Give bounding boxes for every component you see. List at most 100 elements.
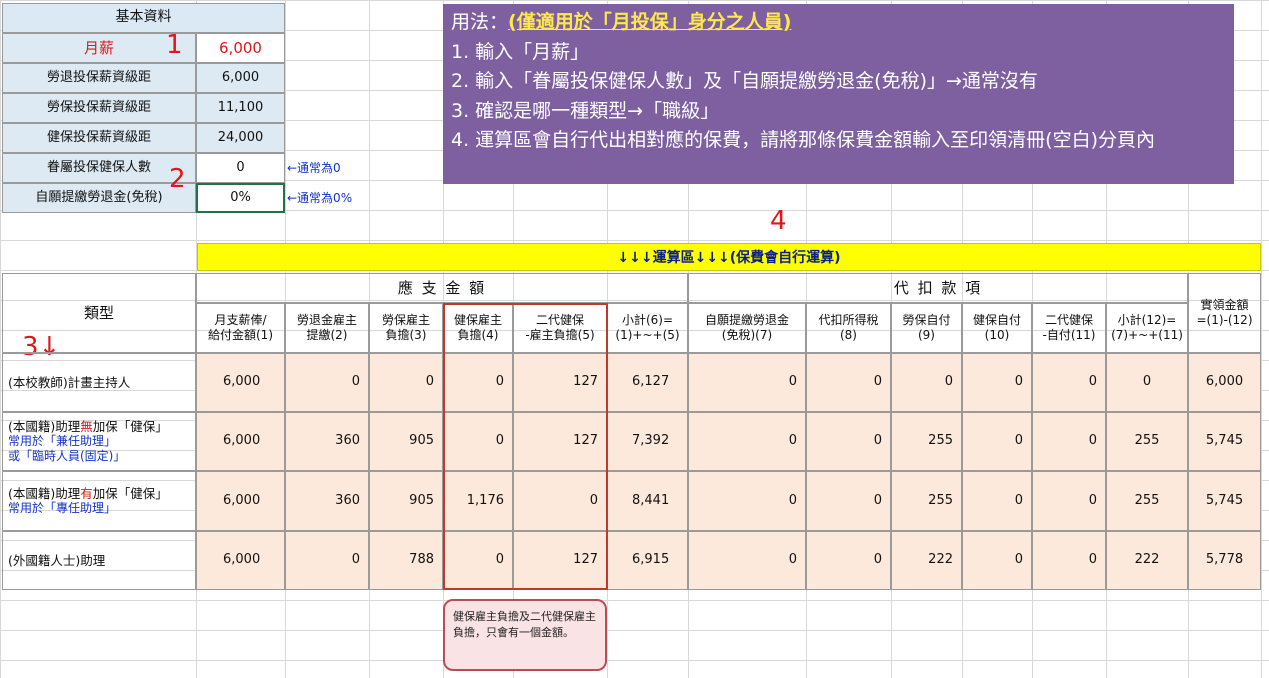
value-r1-c13: 6,000: [1188, 353, 1261, 412]
value-r3-c3: 905: [369, 471, 443, 531]
instruction-step-4: 4. 運算區會自行代出相對應的保費，請將那條保費金額輸入至印領清冊(空白)分頁內: [451, 129, 1155, 151]
type-header: 類型: [2, 273, 196, 353]
value-r1-c9: 0: [891, 353, 962, 412]
column-header-1: 月支薪俸/ 給付金額(1): [196, 303, 285, 353]
value-r4-c7: 0: [688, 531, 806, 590]
value-r1-c11: 0: [1032, 353, 1106, 412]
value-r3-c4: 1,176: [443, 471, 513, 531]
instruction-step-3: 3. 確認是哪一種類型→「職級」: [451, 99, 720, 122]
type-usage-note: 常用於「兼任助理」: [8, 434, 117, 449]
type-usage-note: 常用於「專任助理」: [8, 501, 117, 516]
value-r3-c1: 6,000: [196, 471, 285, 531]
column-header-4: 健保雇主 負擔(4): [443, 303, 513, 353]
value-r2-c9: 255: [891, 412, 962, 471]
value-r4-c3: 788: [369, 531, 443, 590]
value-r3-c7: 0: [688, 471, 806, 531]
column-header-3: 勞保雇主 負擔(3): [369, 303, 443, 353]
value-r3-c6: 8,441: [607, 471, 688, 531]
value-r2-c12: 255: [1106, 412, 1188, 471]
value-r4-c6: 6,915: [607, 531, 688, 590]
instructions-prefix: 用法：: [451, 11, 509, 33]
marker-1: 1: [166, 30, 183, 60]
value-r1-c12: 0: [1106, 353, 1188, 412]
value-r3-c11: 0: [1032, 471, 1106, 531]
column-header-10: 健保自付 (10): [962, 303, 1032, 353]
value-r1-c8: 0: [806, 353, 891, 412]
value-r3-c12: 255: [1106, 471, 1188, 531]
value-r1-c3: 0: [369, 353, 443, 412]
value-r2-c6: 7,392: [607, 412, 688, 471]
instructions-highlight: (僅適用於「月投保」身分之人員): [508, 11, 792, 33]
basic-info-title: 基本資料: [2, 3, 285, 33]
health-ins-mark: 有: [80, 485, 93, 501]
type-name: (外國籍人士)助理: [8, 552, 106, 568]
labor-ins-bracket-value: 11,100: [196, 93, 285, 123]
type-row-4: (外國籍人士)助理: [2, 531, 196, 590]
column-header-11: 二代健保 -自付(11): [1032, 303, 1106, 353]
dependents-input[interactable]: 0: [196, 153, 285, 183]
value-r4-c10: 0: [962, 531, 1032, 590]
calc-area-banner: ↓↓↓運算區↓↓↓(保費會自行運算): [197, 243, 1261, 271]
value-r2-c7: 0: [688, 412, 806, 471]
value-r1-c7: 0: [688, 353, 806, 412]
value-r3-c13: 5,745: [1188, 471, 1261, 531]
value-r3-c10: 0: [962, 471, 1032, 531]
type-usage-note: 或「臨時人員(固定)」: [8, 449, 126, 464]
value-r1-c4: 0: [443, 353, 513, 412]
value-r2-c13: 5,745: [1188, 412, 1261, 471]
value-r2-c11: 0: [1032, 412, 1106, 471]
value-r1-c2: 0: [285, 353, 369, 412]
value-r1-c10: 0: [962, 353, 1032, 412]
instructions-panel: 用法：(僅適用於「月投保」身分之人員) 1. 輸入「月薪」 2. 輸入「眷屬投保…: [443, 4, 1234, 184]
column-header-9: 勞保自付 (9): [891, 303, 962, 353]
value-r2-c8: 0: [806, 412, 891, 471]
value-r3-c2: 360: [285, 471, 369, 531]
column-header-6: 小計(6)= (1)+~+(5): [607, 303, 688, 353]
value-r4-c11: 0: [1032, 531, 1106, 590]
value-r1-c6: 6,127: [607, 353, 688, 412]
value-r2-c3: 905: [369, 412, 443, 471]
health-ins-bracket-value: 24,000: [196, 123, 285, 153]
value-r4-c4: 0: [443, 531, 513, 590]
pension-bracket-value: 6,000: [196, 63, 285, 93]
column-header-7: 自願提繳勞退金 (免稅)(7): [688, 303, 806, 353]
labor-ins-bracket-label: 勞保投保薪資級距: [2, 93, 196, 123]
value-r4-c8: 0: [806, 531, 891, 590]
health-ins-bracket-label: 健保投保薪資級距: [2, 123, 196, 153]
value-r1-c1: 6,000: [196, 353, 285, 412]
value-r2-c4: 0: [443, 412, 513, 471]
voluntary-pension-input[interactable]: 0%: [196, 183, 285, 213]
value-r4-c5: 127: [513, 531, 607, 590]
value-r4-c13: 5,778: [1188, 531, 1261, 590]
type-row-2: (本國籍)助理無加保「健保」 常用於「兼任助理」 或「臨時人員(固定)」: [2, 412, 196, 471]
salary-input[interactable]: 6,000: [196, 33, 285, 63]
type-name: (本國籍)助理有加保「健保」: [8, 485, 168, 501]
type-name: (本國籍)助理無加保「健保」: [8, 418, 168, 434]
voluntary-pension-label: 自願提繳勞退金(免稅): [2, 183, 196, 213]
column-header-2: 勞退金雇主 提繳(2): [285, 303, 369, 353]
value-r3-c9: 255: [891, 471, 962, 531]
group-header-deductions: 代 扣 款 項: [688, 273, 1188, 303]
marker-2: 2: [169, 164, 186, 194]
hint-pension: ←通常為0%: [287, 190, 353, 205]
pension-bracket-label: 勞退投保薪資級距: [2, 63, 196, 93]
column-header-5: 二代健保 -雇主負擔(5): [513, 303, 607, 353]
value-r4-c12: 222: [1106, 531, 1188, 590]
value-r2-c5: 127: [513, 412, 607, 471]
net-pay-header: 實領金額 =(1)-(12): [1188, 273, 1261, 353]
group-header-payable: 應 支 金 額: [196, 273, 688, 303]
type-row-3: (本國籍)助理有加保「健保」 常用於「專任助理」: [2, 471, 196, 531]
value-r4-c9: 222: [891, 531, 962, 590]
instruction-step-1: 1. 輸入「月薪」: [451, 40, 590, 63]
value-r4-c1: 6,000: [196, 531, 285, 590]
column-header-12: 小計(12)= (7)+~+(11): [1106, 303, 1188, 353]
value-r1-c5: 127: [513, 353, 607, 412]
value-r2-c10: 0: [962, 412, 1032, 471]
health-ins-mark: 無: [80, 418, 93, 434]
instruction-step-2: 2. 輸入「眷屬投保健保人數」及「自願提繳勞退金(免稅)」→通常沒有: [451, 70, 1038, 92]
column-header-8: 代扣所得稅 (8): [806, 303, 891, 353]
type-row-1: (本校教師)計畫主持人: [2, 353, 196, 412]
type-name: (本校教師)計畫主持人: [8, 374, 131, 390]
note-callout: 健保雇主負擔及二代健保雇主負擔，只會有一個金額。: [443, 599, 607, 671]
value-r3-c8: 0: [806, 471, 891, 531]
